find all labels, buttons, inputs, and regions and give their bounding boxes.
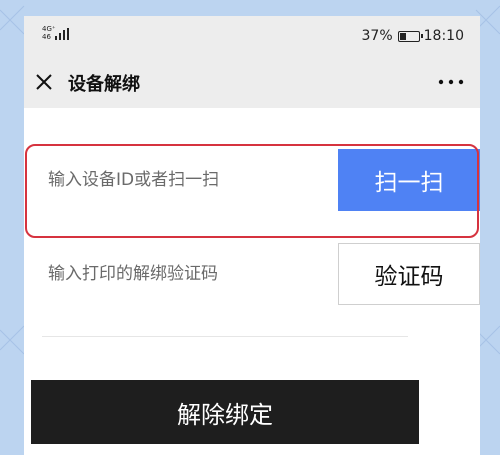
signal-bars-icon — [55, 28, 69, 40]
page-title: 设备解绑 — [68, 74, 140, 95]
verification-code-input[interactable] — [48, 262, 328, 286]
battery-icon — [397, 30, 423, 42]
verification-code-row: 验证码 — [24, 238, 480, 310]
device-id-input[interactable] — [48, 168, 328, 192]
nav-bar: 设备解绑 — [24, 56, 480, 108]
divider — [42, 336, 408, 337]
device-id-row: 扫一扫 — [24, 144, 480, 216]
phone-screen: 4G⁺ 46 37% 18:10 设备解绑 扫一扫 — [24, 16, 480, 455]
network-label: 4G⁺ 46 — [42, 25, 56, 41]
form-area: 扫一扫 验证码 解除绑定 — [24, 108, 480, 455]
battery-fill — [399, 32, 406, 40]
close-icon[interactable] — [34, 72, 54, 92]
unbind-button[interactable]: 解除绑定 — [31, 380, 419, 444]
status-right: 37% 18:10 — [362, 27, 464, 45]
clock: 18:10 — [423, 28, 464, 44]
battery-percent: 37% — [361, 28, 393, 44]
verification-code-button[interactable]: 验证码 — [338, 243, 480, 305]
more-dots-icon[interactable] — [436, 74, 466, 90]
scan-button[interactable]: 扫一扫 — [338, 149, 480, 211]
status-bar: 4G⁺ 46 37% 18:10 — [24, 16, 480, 56]
